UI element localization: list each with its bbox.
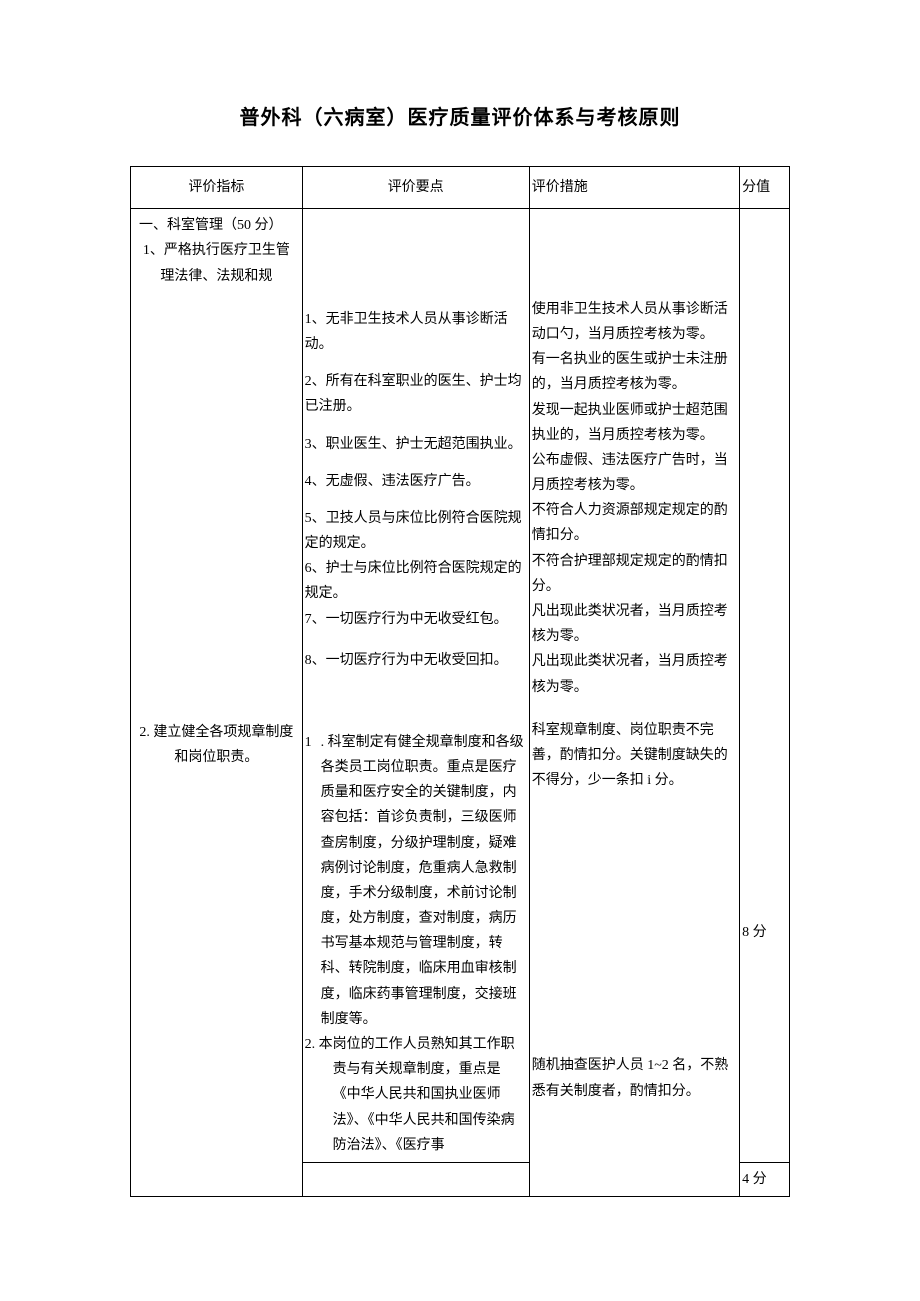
section2-measure1: 科室规章制度、岗位职责不完善，酌情扣分。关键制度缺失的不得分，少一条扣 i 分。 <box>532 718 737 794</box>
section2-row: 2. 建立健全各项规章制度和岗位职责。 1 . 科室制定有健全规章制度和各级各类… <box>131 704 790 1163</box>
empty-cell <box>740 209 790 293</box>
empty-cell <box>529 209 739 293</box>
header-indicator: 评价指标 <box>131 167 303 209</box>
section2-point2: 2. 本岗位的工作人员熟知其工作职责与有关规章制度，重点是《中华人民共和国执业医… <box>305 1032 527 1158</box>
section1-measure: 有一名执业的医生或护士未注册的，当月质控考核为零。 <box>532 347 737 397</box>
section2-score1: 8 分 <box>740 704 790 1163</box>
section1-heading-cell: 一、科室管理（50 分） 1、严格执行医疗卫生管理法律、法规和规 <box>131 209 303 293</box>
section1-heading: 一、科室管理（50 分） <box>133 213 300 238</box>
assessment-table: 评价指标 评价要点 评价措施 分值 一、科室管理（50 分） 1、严格执行医疗卫… <box>130 166 790 1197</box>
section1-point: 4、无虚假、违法医疗广告。 <box>305 469 527 494</box>
section2-point1: . 科室制定有健全规章制度和各级各类员工岗位职责。重点是医疗质量和医疗安全的关键… <box>321 730 527 1032</box>
section2-heading-cell: 2. 建立健全各项规章制度和岗位职责。 <box>131 704 303 1163</box>
section1-point: 5、卫技人员与床位比例符合医院规定的规定。 <box>305 506 527 556</box>
section1-heading-row: 一、科室管理（50 分） 1、严格执行医疗卫生管理法律、法规和规 <box>131 209 790 293</box>
section2-heading: 2. 建立健全各项规章制度和岗位职责。 <box>133 720 300 770</box>
section2-measure2: 随机抽查医护人员 1~2 名，不熟悉有关制度者，酌情扣分。 <box>532 1053 737 1103</box>
empty-cell <box>740 293 790 704</box>
section1-measure: 发现一起执业医师或护士超范围执业的，当月质控考核为零。 <box>532 398 737 448</box>
empty-cell <box>131 293 303 704</box>
section1-point: 6、护士与床位比例符合医院规定的规定。 <box>305 556 527 606</box>
list-number: 1 <box>305 730 321 1032</box>
section1-measure: 公布虚假、违法医疗广告时，当月质控考核为零。 <box>532 448 737 498</box>
section1-point: 3、职业医生、护士无超范围执业。 <box>305 432 527 457</box>
section1-content-row: 1、无非卫生技术人员从事诊断活动。 2、所有在科室职业的医生、护士均已注册。 3… <box>131 293 790 704</box>
section1-measure: 凡出现此类状况者，当月质控考核为零。 <box>532 649 737 699</box>
section2-points-cell: 1 . 科室制定有健全规章制度和各级各类员工岗位职责。重点是医疗质量和医疗安全的… <box>302 704 529 1163</box>
section1-point: 1、无非卫生技术人员从事诊断活动。 <box>305 307 527 357</box>
section1-sub1: 1、严格执行医疗卫生管理法律、法规和规 <box>133 238 300 288</box>
table-header-row: 评价指标 评价要点 评价措施 分值 <box>131 167 790 209</box>
section1-measure: 使用非卫生技术人员从事诊断活动口勺，当月质控考核为零。 <box>532 297 737 347</box>
section2-measures-cell: 科室规章制度、岗位职责不完善，酌情扣分。关键制度缺失的不得分，少一条扣 i 分。… <box>529 704 739 1197</box>
section1-measure: 不符合人力资源部规定规定的酌情扣分。 <box>532 498 737 548</box>
section1-point: 2、所有在科室职业的医生、护士均已注册。 <box>305 369 527 419</box>
page-title: 普外科（六病室）医疗质量评价体系与考核原则 <box>130 100 790 136</box>
empty-cell <box>131 1162 303 1196</box>
header-measures: 评价措施 <box>529 167 739 209</box>
section1-points-cell: 1、无非卫生技术人员从事诊断活动。 2、所有在科室职业的医生、护士均已注册。 3… <box>302 293 529 704</box>
header-score: 分值 <box>740 167 790 209</box>
header-points: 评价要点 <box>302 167 529 209</box>
section1-point: 8、一切医疗行为中无收受回扣。 <box>305 648 527 673</box>
section2-score2: 4 分 <box>740 1162 790 1196</box>
section1-point: 7、一切医疗行为中无收受红包。 <box>305 607 527 632</box>
section1-measure: 凡出现此类状况者，当月质控考核为零。 <box>532 599 737 649</box>
empty-cell <box>302 1162 529 1196</box>
empty-cell <box>302 209 529 293</box>
section1-measure: 不符合护理部规定规定的酌情扣分。 <box>532 549 737 599</box>
section1-measures-cell: 使用非卫生技术人员从事诊断活动口勺，当月质控考核为零。 有一名执业的医生或护士未… <box>529 293 739 704</box>
